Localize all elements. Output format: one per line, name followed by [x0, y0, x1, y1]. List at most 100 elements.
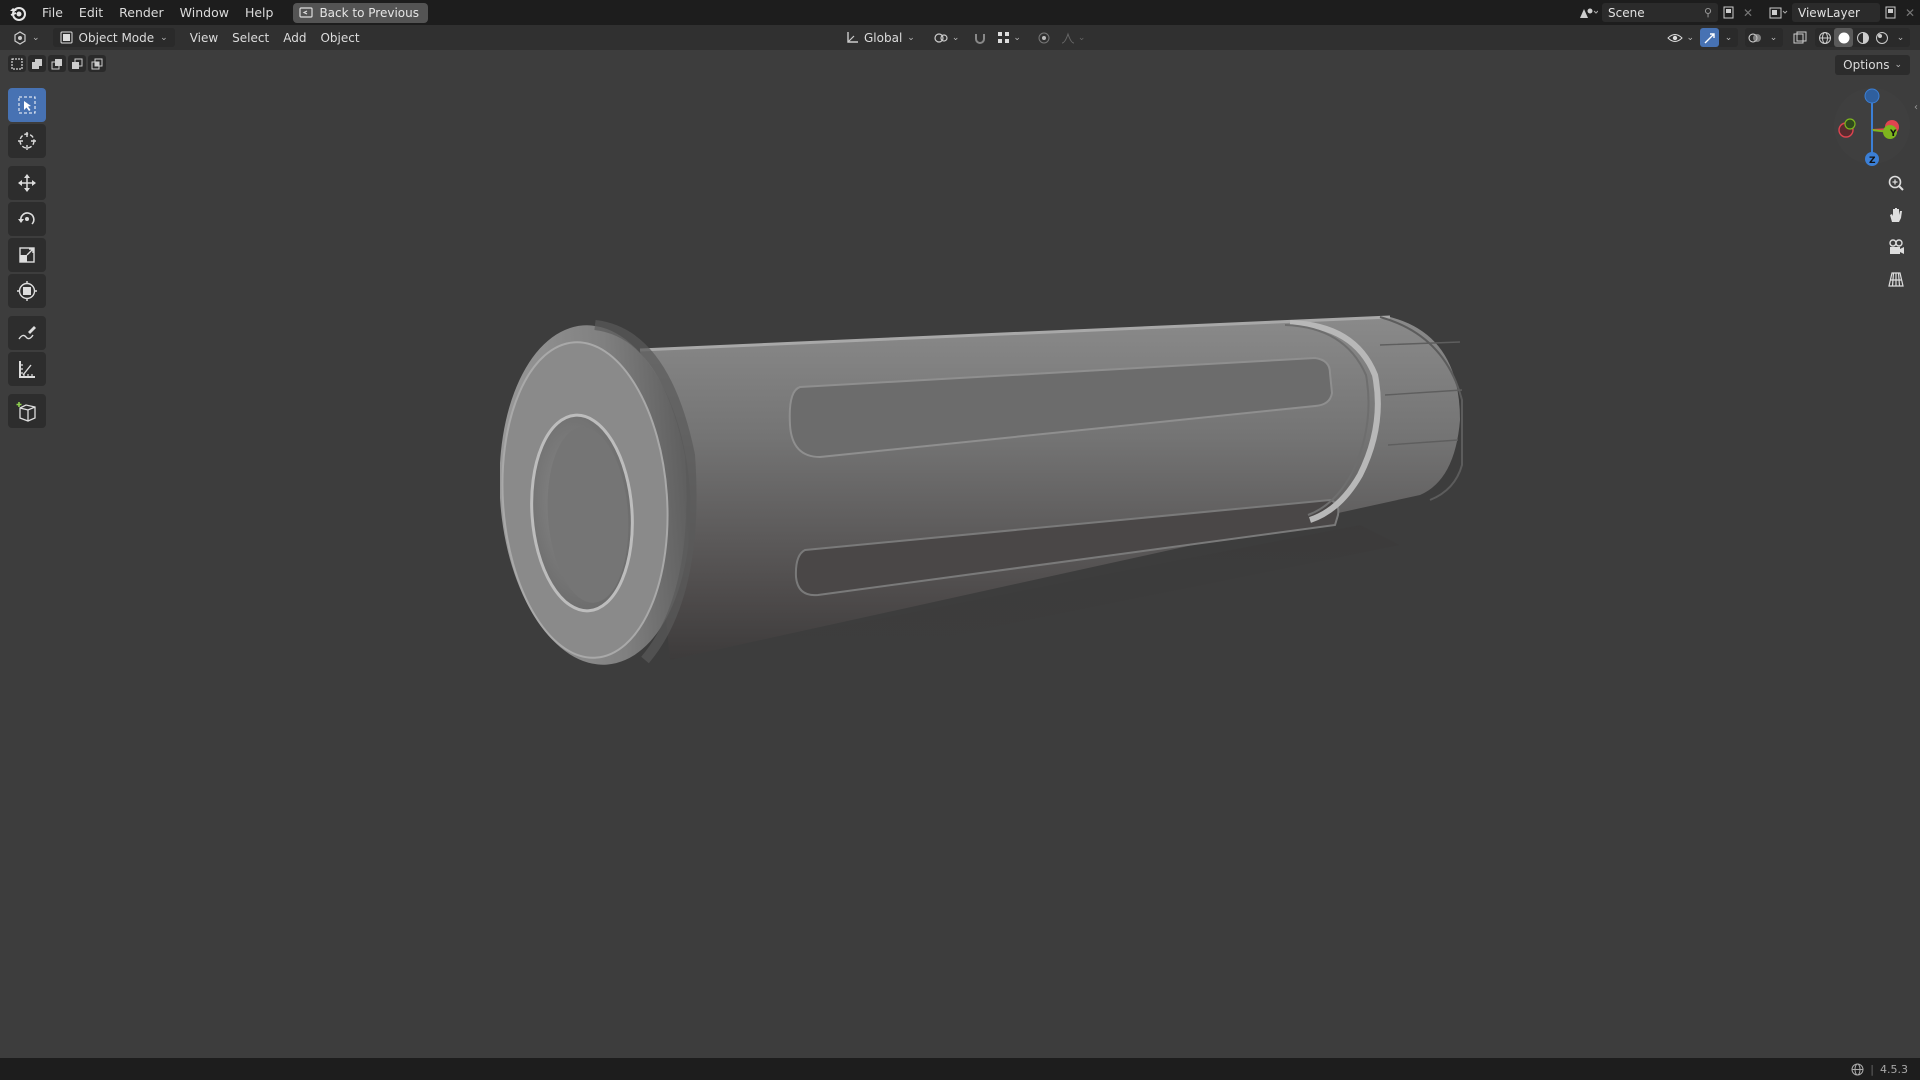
scale-icon	[19, 247, 35, 263]
snap-toggle-icon[interactable]	[970, 28, 990, 47]
menu-window[interactable]: Window	[172, 0, 237, 25]
top-right-controls: Scene ⚲ ✕ ViewLayer ✕	[1574, 0, 1920, 25]
transform-tool[interactable]	[8, 274, 46, 308]
network-globe-icon[interactable]	[1851, 1063, 1864, 1076]
select-box-icon	[18, 96, 36, 114]
options-dropdown[interactable]: Options ⌄	[1835, 55, 1910, 75]
options-label: Options	[1843, 58, 1890, 72]
menu-file[interactable]: File	[34, 0, 71, 25]
navigation-gizmo[interactable]: Y Z	[1832, 86, 1912, 166]
version-label: 4.5.3	[1880, 1062, 1908, 1076]
shading-dropdown-icon[interactable]: ⌄	[1891, 28, 1910, 47]
orientation-label: Global	[864, 30, 903, 45]
add-cube-tool[interactable]	[8, 394, 46, 428]
scene-name: Scene	[1608, 5, 1645, 20]
gizmo-toggle-group: ⌄	[1700, 28, 1738, 47]
rotate-icon	[18, 212, 35, 225]
scene-name-field[interactable]: Scene ⚲	[1602, 3, 1718, 22]
status-bar: | 4.5.3	[0, 1058, 1920, 1080]
wireframe-shading-icon[interactable]	[1815, 28, 1834, 47]
select-intersect-icon[interactable]	[88, 55, 106, 72]
pivot-point-dropdown[interactable]: ⌄	[926, 28, 967, 47]
measure-tool[interactable]	[8, 352, 46, 386]
transform-orientation-dropdown[interactable]: Global ⌄	[838, 28, 922, 47]
delete-scene-icon[interactable]: ✕	[1738, 3, 1758, 22]
center-header-tools: Global ⌄ ⌄ ⌄ ⌄	[838, 28, 1088, 47]
scene-selector-icon[interactable]	[1574, 3, 1602, 22]
menu-select[interactable]: Select	[225, 28, 276, 47]
move-tool[interactable]	[8, 166, 46, 200]
rendered-shading-icon[interactable]	[1872, 28, 1891, 47]
snap-grid-icon	[998, 32, 1010, 43]
editor-type-button[interactable]: ⌄	[0, 28, 47, 47]
rotate-tool[interactable]	[8, 202, 46, 236]
tool-shelf	[8, 88, 46, 430]
view-layer-name: ViewLayer	[1798, 5, 1860, 20]
menu-view[interactable]: View	[183, 28, 225, 47]
transform-icon	[17, 281, 37, 301]
status-divider: |	[1870, 1062, 1874, 1076]
selection-mode-buttons	[8, 55, 106, 72]
proportional-falloff-dropdown[interactable]: ⌄	[1058, 28, 1089, 47]
perspective-grid-icon[interactable]	[1883, 266, 1909, 292]
cylinder-model[interactable]	[500, 305, 1480, 695]
zoom-magnifier-icon[interactable]	[1883, 170, 1909, 196]
delete-view-layer-icon[interactable]: ✕	[1900, 3, 1920, 22]
proportional-editing-icon[interactable]	[1034, 28, 1054, 47]
top-bar: File Edit Render Window Help Back to Pre…	[0, 0, 1920, 25]
overlays-dropdown-icon[interactable]: ⌄	[1764, 28, 1783, 47]
cursor-tool[interactable]	[8, 124, 46, 158]
gizmo-z-neg-icon[interactable]	[1864, 88, 1880, 104]
material-preview-icon[interactable]	[1853, 28, 1872, 47]
view-layer-field[interactable]: ViewLayer	[1792, 3, 1880, 22]
pivot-icon	[934, 32, 948, 43]
right-header-tools: ⌄ ⌄ ⌄ ⌄	[1664, 28, 1910, 47]
3d-viewport-icon	[14, 30, 26, 45]
select-box-tool[interactable]	[8, 88, 46, 122]
visibility-dropdown[interactable]: ⌄	[1664, 28, 1697, 47]
snap-target-dropdown[interactable]: ⌄	[994, 28, 1024, 47]
scale-tool[interactable]	[8, 238, 46, 272]
sidebar-expand-icon[interactable]: ‹	[1914, 102, 1918, 113]
chevron-down-icon: ⌄	[160, 32, 168, 43]
view-layer-selector-icon[interactable]	[1764, 3, 1792, 22]
object-mode-icon	[60, 31, 73, 44]
menu-help[interactable]: Help	[237, 0, 282, 25]
select-new-icon[interactable]	[8, 55, 26, 72]
viewport-navigation-buttons	[1883, 170, 1909, 292]
overlay-toggle-group: ⌄	[1745, 28, 1783, 47]
chevron-down-icon: ⌄	[1894, 60, 1902, 70]
new-scene-icon[interactable]	[1718, 3, 1738, 22]
menu-object[interactable]: Object	[313, 28, 366, 47]
pin-icon[interactable]: ⚲	[1704, 6, 1712, 19]
select-subtract-icon[interactable]	[48, 55, 66, 72]
screen-back-icon	[299, 6, 314, 18]
move-icon	[18, 174, 36, 192]
xray-toggle-icon[interactable]	[1790, 28, 1810, 47]
annotate-pencil-icon	[18, 326, 36, 340]
camera-view-icon[interactable]	[1883, 234, 1909, 260]
overlays-icon[interactable]	[1745, 28, 1764, 47]
measure-ruler-icon	[19, 361, 35, 378]
mode-dropdown[interactable]: Object Mode ⌄	[52, 28, 175, 47]
menu-add[interactable]: Add	[276, 28, 313, 47]
falloff-curve-icon	[1061, 31, 1075, 43]
back-to-previous-button[interactable]: Back to Previous	[293, 2, 428, 23]
blender-logo-icon[interactable]	[8, 3, 28, 23]
gizmo-y-neg-icon[interactable]	[1844, 118, 1856, 130]
menu-render[interactable]: Render	[111, 0, 172, 25]
select-invert-icon[interactable]	[68, 55, 86, 72]
new-view-layer-icon[interactable]	[1880, 3, 1900, 22]
annotate-tool[interactable]	[8, 316, 46, 350]
gizmo-toggle-icon[interactable]	[1700, 28, 1719, 47]
pan-hand-icon[interactable]	[1883, 202, 1909, 228]
gizmo-dropdown-icon[interactable]: ⌄	[1719, 28, 1738, 47]
select-extend-icon[interactable]	[28, 55, 46, 72]
menu-edit[interactable]: Edit	[71, 0, 111, 25]
eye-icon	[1667, 33, 1684, 42]
back-to-previous-label: Back to Previous	[319, 5, 419, 20]
shading-mode-group: ⌄	[1815, 28, 1910, 47]
add-cube-icon	[16, 402, 36, 422]
orientation-axes-icon	[847, 31, 858, 43]
solid-shading-icon[interactable]	[1834, 28, 1853, 47]
